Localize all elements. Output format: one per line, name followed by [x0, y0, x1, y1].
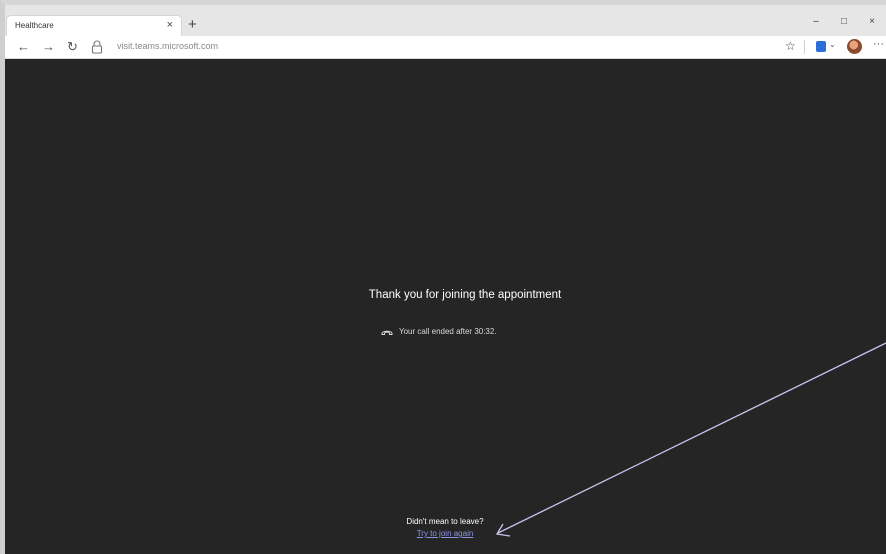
toolbar-divider — [804, 40, 805, 54]
call-status: Your call ended after 30:32. — [381, 327, 497, 336]
new-tab-icon[interactable]: + — [188, 17, 197, 33]
profile-avatar[interactable] — [847, 39, 862, 54]
rejoin-link[interactable]: Try to join again — [400, 529, 490, 538]
tab-close-icon[interactable]: × — [167, 19, 173, 31]
window-controls: – □ × — [802, 14, 886, 30]
lock-icon — [91, 40, 103, 54]
maximize-icon[interactable]: □ — [830, 14, 858, 30]
forward-icon[interactable]: → — [42, 39, 55, 55]
leave-question: Didn't mean to leave? — [406, 517, 484, 526]
address-bar[interactable]: visit.teams.microsoft.com — [117, 41, 218, 51]
call-ended-screen: Thank you for joining the appointment Yo… — [5, 59, 886, 554]
refresh-icon[interactable]: ↻ — [67, 39, 78, 55]
browser-toolbar: ← → ↻ visit.teams.microsoft.com ☆ ⌄ ··· — [5, 36, 886, 59]
more-options-icon[interactable]: ··· — [873, 38, 884, 50]
close-window-icon[interactable]: × — [858, 14, 886, 30]
back-icon[interactable]: ← — [17, 39, 30, 55]
call-status-text: Your call ended after 30:32. — [399, 327, 497, 336]
hang-up-icon — [381, 330, 393, 335]
browser-tab[interactable]: Healthcare × — [7, 16, 181, 37]
favorite-star-icon[interactable]: ☆ — [785, 39, 796, 53]
page-title: Thank you for joining the appointment — [368, 289, 562, 301]
chevron-down-icon[interactable]: ⌄ — [829, 40, 836, 49]
tab-strip: Healthcare × + – □ × — [5, 5, 886, 37]
tab-title: Healthcare — [15, 21, 54, 30]
minimize-icon[interactable]: – — [802, 14, 830, 30]
extension-icon[interactable] — [816, 41, 826, 52]
